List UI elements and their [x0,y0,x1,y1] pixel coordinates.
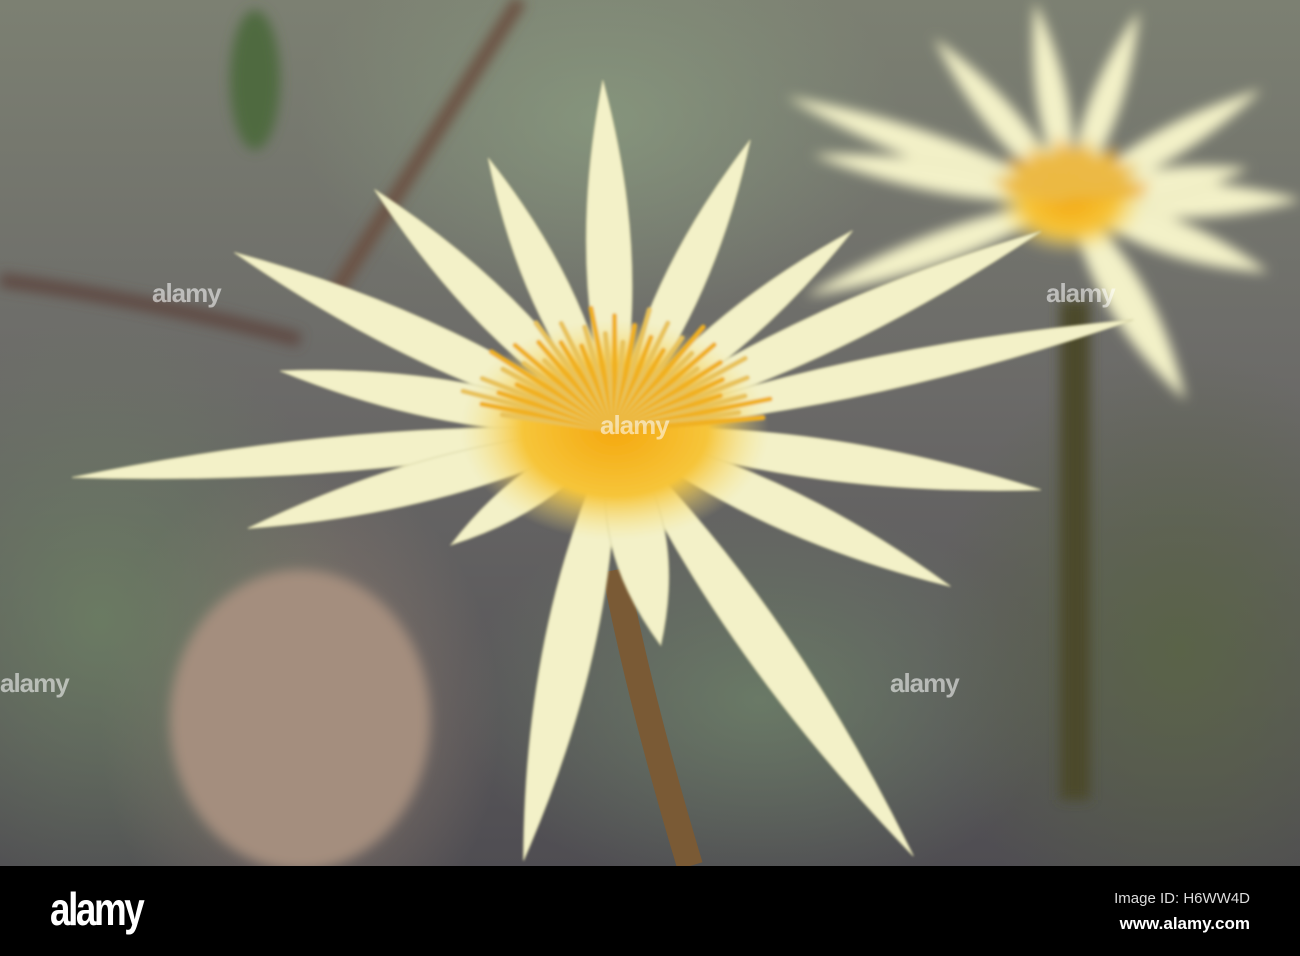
alamy-logo: alamy [50,883,145,935]
image-id: Image ID: H6WW4D [1114,890,1250,907]
watermark: alamy [890,668,960,698]
water-lily-photo: alamy alamy alamy alamy alamy [0,0,1300,866]
watermark: alamy [152,278,222,308]
stock-photo: alamy alamy alamy alamy alamy alamy Imag… [0,0,1300,956]
watermark: alamy [0,668,70,698]
watermark: alamy [1046,278,1116,308]
watermark: alamy [600,410,670,440]
footer-bar: alamy Image ID: H6WW4D www.alamy.com [0,866,1300,956]
site-url: www.alamy.com [1119,914,1250,933]
